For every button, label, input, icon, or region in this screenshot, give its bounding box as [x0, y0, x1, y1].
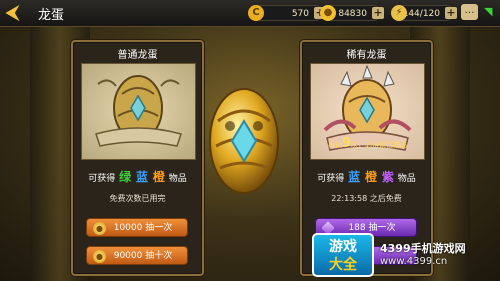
obtain-prefix: 可获得	[88, 174, 116, 184]
ribbon-count: 9	[341, 136, 352, 151]
obtain-prefix: 可获得	[317, 174, 345, 184]
gold-c-icon: C	[248, 5, 264, 21]
draw-once-button[interactable]: ● 10000 抽一次	[86, 218, 188, 237]
obtain-line: 可获得 绿 蓝 橙 物品	[73, 168, 202, 185]
free-countdown: 22:13:58 之后免费	[331, 194, 402, 203]
stamina-icon: ⚡	[391, 5, 407, 21]
panel-title: 普通龙蛋	[117, 50, 158, 61]
coin-icon: ●	[93, 222, 106, 235]
chat-icon[interactable]: …	[461, 4, 478, 20]
price: 188	[348, 223, 366, 233]
normal-egg-icon	[95, 75, 182, 147]
page-title: 龙蛋	[38, 8, 65, 23]
color-purple: 紫	[381, 170, 394, 184]
egg-frame: 再抽9次，必得紫色物品	[310, 63, 425, 160]
resource-gold: C 570 +	[248, 5, 326, 21]
golden-egg-icon[interactable]	[208, 86, 280, 196]
site-logo: 游戏 大全	[312, 233, 374, 277]
logo-line2: 大全	[329, 257, 357, 273]
site-name: 4399手机游戏网	[380, 242, 466, 255]
color-blue: 蓝	[135, 170, 148, 184]
color-orange: 橙	[364, 170, 377, 184]
site-url: www.4399.cn	[380, 256, 448, 267]
ribbon-suffix: 次，必得紫色物品	[351, 141, 408, 149]
ribbon-prefix: 再抽	[327, 141, 342, 149]
add-stamina-button[interactable]: +	[445, 7, 457, 19]
price: 10000	[113, 223, 143, 233]
top-bar: ⮜ 龙蛋 C 570 + ● 84830 + ⚡ 144/120 + … ◥	[0, 0, 500, 27]
stamina-value: 144/120	[402, 9, 440, 19]
action: 抽一次	[145, 223, 173, 233]
obtain-line: 可获得 蓝 橙 紫 物品	[302, 168, 431, 185]
color-blue: 蓝	[348, 170, 361, 184]
resource-stamina: ⚡ 144/120 +	[391, 5, 457, 21]
obtain-suffix: 物品	[168, 174, 187, 184]
action: 抽一次	[368, 223, 396, 233]
panel-title: 稀有龙蛋	[346, 50, 387, 61]
free-status: 免费次数已用完	[109, 194, 166, 203]
resource-coin: ● 84830 +	[320, 5, 384, 21]
guarantee-ribbon: 再抽9次，必得紫色物品	[311, 136, 424, 151]
coin-value: 84830	[338, 9, 367, 19]
obtain-suffix: 物品	[397, 174, 416, 184]
color-orange: 橙	[152, 170, 165, 184]
logo-line1: 游戏	[329, 239, 357, 255]
price: 90000	[113, 251, 143, 261]
coin-icon: ●	[93, 250, 106, 263]
normal-egg-panel: 普通龙蛋 可获得 绿 蓝 橙 物品 免费次数已用完 ● 10000 抽一次 ● …	[71, 40, 204, 276]
gold-value: 570	[291, 9, 309, 19]
back-arrow-icon[interactable]: ⮜	[6, 3, 26, 23]
draw-ten-button[interactable]: ● 90000 抽十次	[86, 246, 188, 265]
add-coin-button[interactable]: +	[372, 7, 384, 19]
color-green: 绿	[119, 170, 132, 184]
site-watermark: 4399手机游戏网 www.4399.cn	[380, 240, 498, 267]
wifi-icon: ◥	[484, 5, 493, 18]
egg-frame	[81, 63, 196, 160]
action: 抽十次	[145, 251, 173, 261]
coin-icon: ●	[320, 5, 336, 21]
